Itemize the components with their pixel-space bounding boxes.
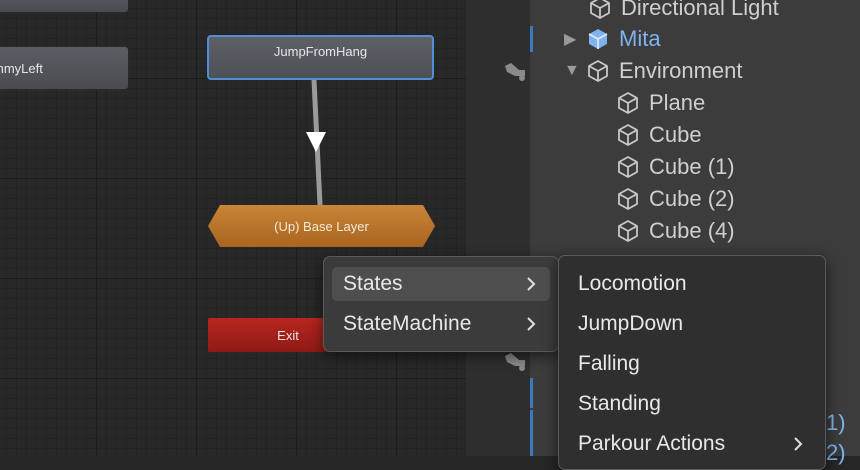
gameobject-cube-icon (618, 156, 638, 178)
hierarchy-item-cube-4[interactable]: Cube (4) (616, 215, 735, 247)
hierarchy-item-label: Cube (4) (649, 218, 735, 243)
state-node-partial[interactable] (0, 0, 129, 13)
hierarchy-item-label: Mita (619, 26, 661, 51)
menu-item-states[interactable]: States (332, 267, 550, 301)
selection-bar (530, 410, 533, 456)
submenu-item-falling[interactable]: Falling (567, 347, 817, 381)
hierarchy-item-plane[interactable]: Plane (616, 87, 705, 119)
collapse-arrow-icon[interactable]: ▼ (564, 62, 586, 80)
hierarchy-item-label: Environment (619, 58, 743, 83)
state-node-left[interactable]: mmyLeft (0, 46, 129, 90)
hierarchy-item-directional-light[interactable]: Directional Light (588, 0, 779, 24)
gameobject-cube-icon (618, 124, 638, 146)
hierarchy-item-label: Cube (1) (649, 154, 735, 179)
menu-item-label: StateMachine (343, 312, 472, 335)
gameobject-cube-icon (618, 220, 638, 242)
gameobject-cube-icon (588, 60, 608, 82)
hand-icon (505, 353, 525, 371)
state-node-jump-from-hang[interactable]: JumpFromHang (207, 35, 434, 80)
gameobject-cube-icon (618, 188, 638, 210)
hierarchy-item-label: Cube (649, 122, 702, 147)
hierarchy-item-label: Plane (649, 90, 706, 115)
hierarchy-item-mita[interactable]: ▶ Mita (564, 23, 661, 55)
menu-item-statemachine[interactable]: StateMachine (332, 307, 550, 341)
menu-item-label: Standing (578, 392, 661, 415)
selection-bar (530, 26, 533, 52)
transition-arrowhead (306, 132, 326, 152)
hierarchy-item-label-fragment: 1) (826, 410, 846, 435)
hierarchy-item-environment[interactable]: ▼ Environment (564, 55, 743, 87)
chevron-right-icon (794, 437, 803, 451)
gameobject-cube-icon (618, 92, 638, 114)
hierarchy-item-label-fragment: 2) (826, 440, 846, 465)
selection-bar (530, 378, 533, 408)
state-node-base-layer[interactable]: (Up) Base Layer (208, 205, 435, 247)
submenu-item-jumpdown[interactable]: JumpDown (567, 307, 817, 341)
hierarchy-item-label: Directional Light (621, 0, 779, 20)
submenu-item-locomotion[interactable]: Locomotion (567, 267, 817, 301)
expand-arrow-icon[interactable]: ▶ (564, 29, 586, 49)
menu-item-label: JumpDown (578, 312, 684, 335)
menu-item-label: Falling (578, 352, 640, 375)
gameobject-cube-icon (590, 0, 610, 19)
chevron-right-icon (527, 317, 536, 331)
menu-item-label: Locomotion (578, 272, 687, 295)
hand-icon (505, 63, 525, 81)
menu-item-label: States (343, 272, 403, 295)
chevron-right-icon (527, 277, 536, 291)
context-menu: States StateMachine (323, 256, 559, 352)
prefab-cube-icon (588, 29, 608, 49)
states-submenu: Locomotion JumpDown Falling Standing Par… (558, 255, 826, 470)
menu-item-label: Parkour Actions (578, 432, 726, 455)
submenu-item-standing[interactable]: Standing (567, 387, 817, 421)
hierarchy-item-label: Cube (2) (649, 186, 735, 211)
hierarchy-item-cube[interactable]: Cube (616, 119, 702, 151)
hierarchy-item-cube-2[interactable]: Cube (2) (616, 183, 735, 215)
hierarchy-item-cube-1[interactable]: Cube (1) (616, 151, 735, 183)
